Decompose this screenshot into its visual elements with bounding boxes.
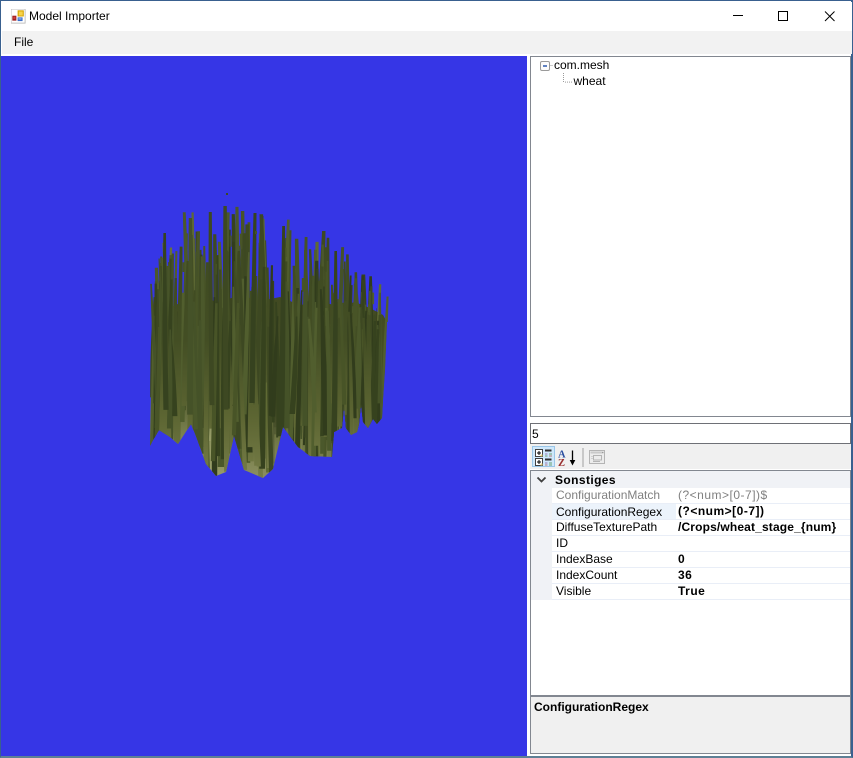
svg-text:Z: Z	[558, 458, 565, 468]
